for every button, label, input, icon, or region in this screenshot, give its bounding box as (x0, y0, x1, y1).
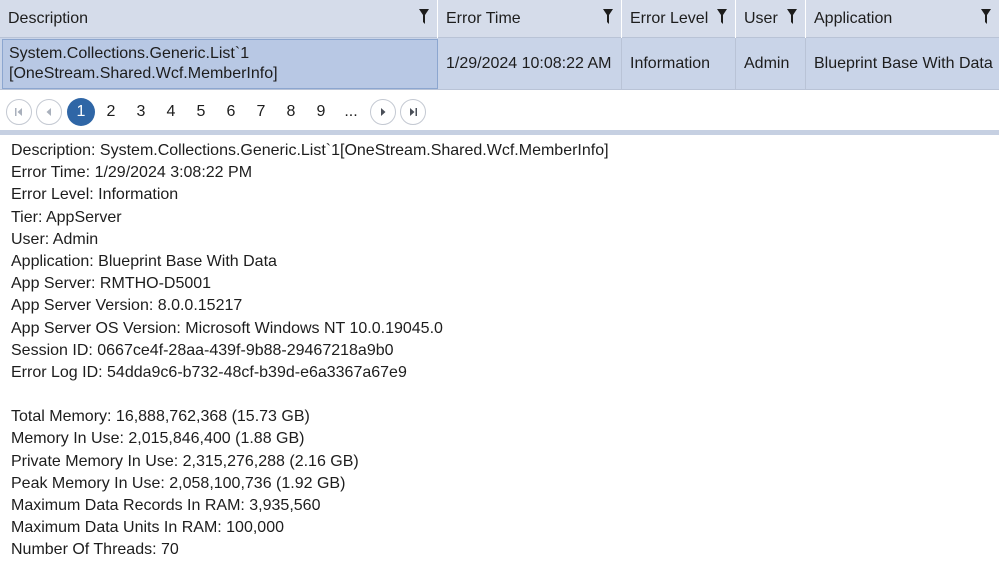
detail-line: App Server OS Version: Microsoft Windows… (11, 319, 443, 337)
detail-line: Tier: AppServer (11, 208, 122, 226)
detail-line: Error Log ID: 54dda9c6-b732-48cf-b39d-e6… (11, 363, 407, 381)
detail-line: Total Memory: 16,888,762,368 (15.73 GB) (11, 408, 310, 426)
description-line: System.Collections.Generic.List`1 (9, 45, 250, 62)
more-pages[interactable]: ... (336, 97, 366, 127)
first-page-button[interactable] (6, 99, 32, 125)
detail-line: Maximum Data Records In RAM: 3,935,560 (11, 497, 321, 514)
filter-icon[interactable] (419, 9, 429, 25)
error-detail-panel: Description: System.Collections.Generic.… (11, 140, 991, 562)
filter-icon[interactable] (717, 9, 727, 25)
error-log-grid: Description Error Time Error Level User … (0, 0, 999, 92)
detail-line: Memory In Use: 2,015,846,400 (1.88 GB) (11, 430, 305, 448)
pagination: 1 2 3 4 5 6 7 8 9 ... (0, 93, 999, 131)
column-header-label: User (744, 10, 778, 27)
column-header-description[interactable]: Description (0, 0, 438, 38)
last-page-button[interactable] (400, 99, 426, 125)
next-page-icon (381, 108, 386, 116)
cell-description[interactable]: System.Collections.Generic.List`1 [OneSt… (2, 39, 438, 89)
last-page-icon (410, 108, 417, 116)
cell-user[interactable]: Admin (736, 38, 806, 90)
description-line: [OneStream.Shared.Wcf.MemberInfo] (9, 65, 278, 82)
detail-line: Error Level: Information (11, 186, 179, 204)
splitter[interactable] (0, 130, 999, 135)
grid-header-row: Description Error Time Error Level User … (0, 0, 999, 38)
detail-line: Error Time: 1/29/2024 3:08:22 PM (11, 164, 253, 182)
error-level-value: Information (630, 55, 711, 72)
filter-icon[interactable] (603, 9, 613, 25)
page-2[interactable]: 2 (96, 97, 126, 127)
page-8[interactable]: 8 (276, 97, 306, 127)
cell-error-time[interactable]: 1/29/2024 10:08:22 AM (438, 38, 622, 90)
filter-icon[interactable] (787, 9, 797, 25)
column-header-label: Error Level (630, 10, 709, 27)
detail-line: App Server: RMTHO-D5001 (11, 275, 212, 293)
error-time-value: 1/29/2024 10:08:22 AM (446, 55, 612, 72)
page-1[interactable]: 1 (67, 98, 95, 126)
table-row[interactable]: System.Collections.Generic.List`1 [OneSt… (0, 38, 999, 90)
cell-application[interactable]: Blueprint Base With Data (806, 38, 999, 90)
detail-line: App Server Version: 8.0.0.15217 (11, 297, 243, 315)
detail-line: Description: System.Collections.Generic.… (11, 142, 609, 159)
page-5[interactable]: 5 (186, 97, 216, 127)
next-page-button[interactable] (370, 99, 396, 125)
page-4[interactable]: 4 (156, 97, 186, 127)
column-header-label: Error Time (446, 10, 521, 27)
filter-icon[interactable] (981, 9, 991, 25)
page-7[interactable]: 7 (246, 97, 276, 127)
column-header-application[interactable]: Application (806, 0, 999, 38)
detail-line: Session ID: 0667ce4f-28aa-439f-9b88-2946… (11, 341, 394, 359)
detail-line: Application: Blueprint Base With Data (11, 252, 277, 270)
first-page-icon (15, 108, 22, 116)
column-header-error-time[interactable]: Error Time (438, 0, 622, 38)
column-header-error-level[interactable]: Error Level (622, 0, 736, 38)
page-6[interactable]: 6 (216, 97, 246, 127)
detail-line: Maximum Data Units In RAM: 100,000 (11, 519, 284, 537)
column-header-label: Description (8, 10, 89, 27)
cell-error-level[interactable]: Information (622, 38, 736, 90)
column-header-user[interactable]: User (736, 0, 806, 38)
application-value: Blueprint Base With Data (814, 55, 993, 72)
previous-page-icon (46, 108, 51, 116)
detail-line: Number Of Threads: 70 (11, 541, 179, 559)
column-header-label: Application (814, 10, 893, 27)
page-3[interactable]: 3 (126, 97, 156, 127)
previous-page-button[interactable] (36, 99, 62, 125)
detail-line: Peak Memory In Use: 2,058,100,736 (1.92 … (11, 474, 346, 492)
detail-line: User: Admin (11, 230, 99, 248)
page-9[interactable]: 9 (306, 97, 336, 127)
detail-spacer (11, 384, 991, 406)
user-value: Admin (744, 55, 790, 72)
detail-line: Private Memory In Use: 2,315,276,288 (2.… (11, 452, 359, 470)
